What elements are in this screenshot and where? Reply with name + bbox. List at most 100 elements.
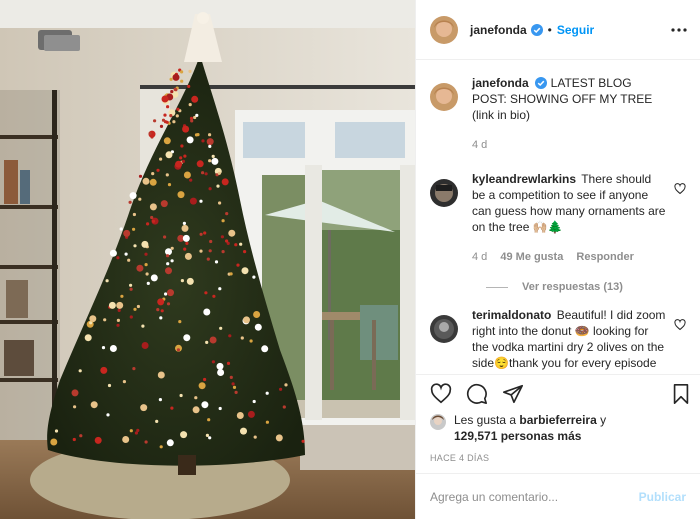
tree-ornament — [158, 398, 162, 402]
follow-button[interactable]: Seguir — [557, 23, 594, 37]
tree-ornament — [159, 445, 163, 449]
tree-ornament — [188, 103, 192, 107]
tree-ornament — [180, 144, 184, 148]
tree-ornament — [236, 263, 240, 267]
tree-ornament — [183, 334, 191, 342]
tree-ornament — [169, 114, 173, 118]
tree-ornament — [180, 279, 184, 283]
tree-ornament — [203, 308, 211, 316]
like-comment-heart-icon[interactable] — [674, 183, 686, 195]
comment-body: terimaldonato Beautiful! I did zoom righ… — [472, 307, 686, 374]
tree-ornament — [234, 243, 238, 247]
tree-ornament — [151, 172, 155, 176]
tree-ornament — [105, 279, 109, 283]
tree-ornament — [284, 383, 288, 387]
post-photo[interactable] — [0, 0, 415, 519]
tree-ornament — [226, 361, 231, 365]
tree-ornament — [149, 203, 157, 211]
tree-ornament — [176, 348, 180, 352]
caption-body: janefonda LATEST BLOG POST: SHOWING OFF M… — [472, 75, 686, 153]
comment-input[interactable] — [430, 489, 631, 504]
tree-ornament — [182, 221, 186, 225]
likes-summary[interactable]: Les gusta a barbieferreira y 129,571 per… — [430, 412, 686, 444]
tree-ornament — [172, 120, 176, 124]
post-side-panel: janefonda • Seguir janefonda LATEST BLOG… — [415, 0, 700, 519]
tree-ornament — [138, 174, 143, 178]
tree-ornament — [190, 119, 194, 123]
more-options-icon[interactable] — [670, 22, 688, 38]
likes-count[interactable]: 129,571 personas más — [454, 429, 581, 443]
tree-ornament — [54, 429, 59, 433]
liker-username[interactable]: barbieferreira — [519, 413, 596, 427]
tree-ornament — [120, 294, 124, 298]
tree-ornament — [208, 144, 212, 148]
publish-button[interactable]: Publicar — [639, 490, 686, 504]
tree-ornament — [218, 287, 222, 291]
tree-ornament — [159, 124, 164, 128]
tree-ornament — [73, 405, 77, 409]
comment-bubble-icon[interactable] — [466, 383, 488, 405]
post-timestamp[interactable]: HACE 4 DÍAS — [430, 453, 489, 463]
author-avatar[interactable] — [430, 15, 458, 44]
tree-ornament — [153, 119, 157, 123]
tree-ornament — [140, 404, 148, 412]
tree-ornament — [229, 375, 233, 379]
tree-ornament — [179, 156, 183, 160]
commenter-avatar[interactable] — [430, 315, 458, 343]
author-username[interactable]: janefonda — [470, 23, 527, 37]
tree-ornament — [156, 308, 160, 312]
share-paper-plane-icon[interactable] — [502, 383, 524, 405]
tree-ornament — [71, 389, 79, 397]
tree-ornament — [150, 215, 154, 220]
tree-ornament — [109, 345, 117, 352]
comments-list[interactable]: janefonda LATEST BLOG POST: SHOWING OFF M… — [416, 61, 700, 374]
tree-ornament — [132, 227, 136, 231]
tree-ornament — [117, 308, 121, 312]
tree-ornament — [205, 340, 209, 344]
caption-username[interactable]: janefonda — [472, 76, 529, 90]
view-replies-button[interactable]: Ver respuestas (13) — [486, 281, 686, 293]
view-replies-label: Ver respuestas (13) — [522, 281, 623, 293]
reply-button[interactable]: Responder — [576, 251, 633, 263]
tree-ornament — [123, 229, 131, 237]
tree-ornament — [170, 90, 174, 94]
liker-avatar[interactable] — [430, 414, 446, 430]
tree-ornament — [182, 125, 190, 133]
tree-ornament — [163, 113, 167, 117]
comment-body: kyleandrewlarkins There should be a comp… — [472, 171, 686, 265]
tree-ornament — [208, 187, 212, 191]
tree-ornament — [199, 232, 203, 236]
tree-ornament — [159, 316, 163, 320]
tree-ornament — [129, 315, 133, 319]
commenter-avatar[interactable] — [430, 179, 458, 207]
tree-ornament — [119, 227, 123, 231]
like-heart-icon[interactable] — [430, 382, 452, 405]
tree-ornament — [243, 250, 247, 254]
caption-time[interactable]: 4 d — [472, 139, 487, 151]
tree-ornament — [229, 272, 233, 276]
tree-ornament — [199, 199, 203, 203]
tree-ornament — [218, 201, 222, 205]
tree-ornament — [163, 235, 167, 239]
save-bookmark-icon[interactable] — [670, 383, 692, 405]
tree-ornament — [183, 154, 187, 158]
comment-time[interactable]: 4 d — [472, 251, 487, 263]
tree-ornament — [122, 380, 126, 384]
tree-ornament — [198, 382, 206, 390]
replies-divider — [486, 286, 508, 288]
tree-ornament — [253, 311, 261, 318]
tree-ornament — [100, 366, 108, 374]
separator-dot: • — [547, 22, 552, 37]
tree-ornament — [144, 440, 148, 444]
comment-username[interactable]: kyleandrewlarkins — [472, 172, 576, 186]
add-comment-bar: Publicar — [416, 473, 700, 519]
like-comment-heart-icon[interactable] — [674, 319, 686, 331]
tree-ornament — [165, 173, 169, 177]
tree-ornament — [133, 244, 137, 248]
tree-ornament — [189, 197, 197, 205]
tree-ornament — [179, 393, 183, 398]
comment-username[interactable]: terimaldonato — [472, 308, 551, 322]
author-avatar[interactable] — [430, 83, 458, 111]
comment-likes[interactable]: 49 Me gusta — [500, 251, 563, 263]
tree-ornament — [218, 406, 222, 411]
